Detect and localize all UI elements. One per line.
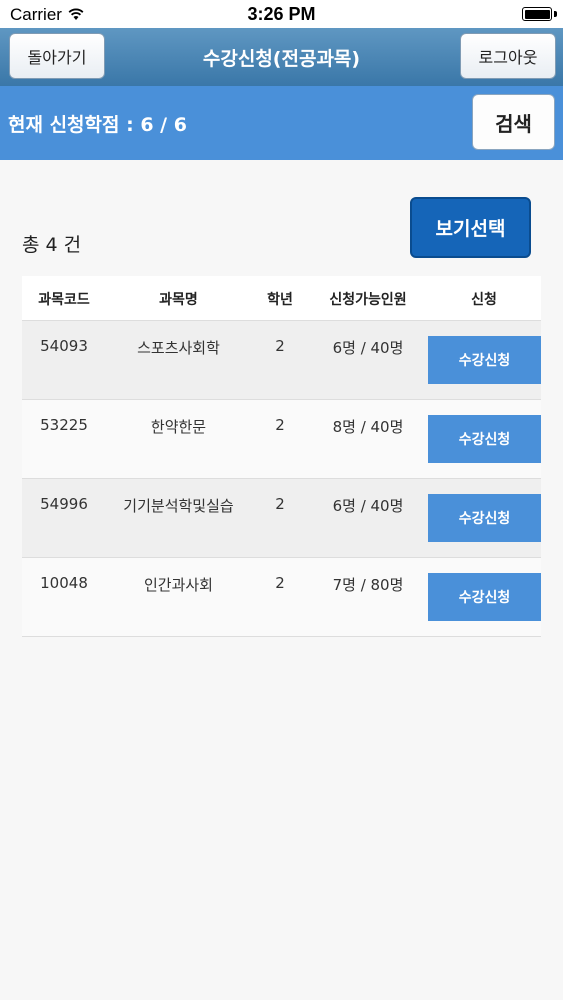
- course-table: 과목코드 과목명 학년 신청가능인원 신청 54093 스포츠사회학 2 6명 …: [22, 276, 541, 637]
- course-capacity: 6명 / 40명: [332, 339, 404, 357]
- course-capacity: 7명 / 80명: [332, 576, 404, 594]
- credit-bar: 현재 신청학점 : 6 / 6 검색: [0, 86, 563, 160]
- navigation-bar: 돌아가기 수강신청(전공과목) 로그아웃: [0, 28, 563, 86]
- course-name: 인간과사회: [143, 576, 213, 594]
- course-name: 한약한문: [150, 418, 207, 436]
- header-name: 과목명: [159, 292, 198, 308]
- clock: 3:26 PM: [247, 4, 316, 24]
- course-name: 기기분석학및실습: [123, 497, 234, 515]
- course-code: 53225: [40, 416, 88, 434]
- search-button[interactable]: 검색: [472, 94, 555, 150]
- course-year: 2: [275, 495, 285, 513]
- table-row: 53225 한약한문 2 8명 / 40명 수강신청: [22, 400, 541, 479]
- course-code: 54093: [40, 337, 88, 355]
- header-apply: 신청: [471, 292, 497, 308]
- table-row: 54996 기기분석학및실습 2 6명 / 40명 수강신청: [22, 479, 541, 558]
- header-code: 과목코드: [38, 292, 90, 308]
- apply-button[interactable]: 수강신청: [428, 336, 541, 384]
- course-year: 2: [275, 574, 285, 592]
- course-capacity: 6명 / 40명: [332, 497, 404, 515]
- battery-icon: [522, 7, 552, 21]
- total-count: 총 4 건: [22, 234, 82, 256]
- apply-button[interactable]: 수강신청: [428, 494, 541, 542]
- logout-button[interactable]: 로그아웃: [460, 33, 556, 79]
- credit-status: 현재 신청학점 : 6 / 6: [8, 113, 187, 136]
- table-row: 10048 인간과사회 2 7명 / 80명 수강신청: [22, 558, 541, 637]
- back-button[interactable]: 돌아가기: [9, 33, 105, 79]
- battery-tip: [554, 11, 557, 17]
- apply-button[interactable]: 수강신청: [428, 573, 541, 621]
- view-select-button[interactable]: 보기선택: [410, 197, 531, 258]
- course-capacity: 8명 / 40명: [332, 418, 404, 436]
- header-capacity: 신청가능인원: [329, 292, 407, 308]
- page-title: 수강신청(전공과목): [202, 47, 361, 70]
- course-year: 2: [275, 416, 285, 434]
- table-header: 과목코드 과목명 학년 신청가능인원 신청: [22, 276, 541, 321]
- course-year: 2: [275, 337, 285, 355]
- header-year: 학년: [267, 292, 293, 308]
- course-code: 54996: [40, 495, 88, 513]
- status-bar: Carrier 3:26 PM: [0, 0, 563, 28]
- course-code: 10048: [40, 574, 88, 592]
- table-row: 54093 스포츠사회학 2 6명 / 40명 수강신청: [22, 321, 541, 400]
- apply-button[interactable]: 수강신청: [428, 415, 541, 463]
- course-name: 스포츠사회학: [137, 339, 220, 357]
